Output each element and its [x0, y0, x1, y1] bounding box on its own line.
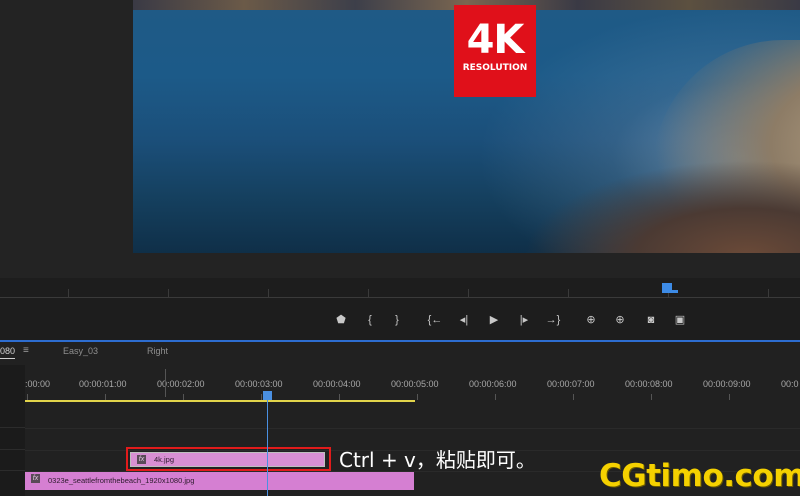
4k-resolution-badge: 4K RESOLUTION	[454, 5, 536, 97]
highlight-box	[126, 447, 331, 471]
badge-small-text: RESOLUTION	[462, 63, 528, 73]
watermark-logo: CGtimo.com	[599, 458, 800, 494]
mark-in-icon[interactable]: {	[359, 309, 381, 331]
ruler-label: 00:00:07:00	[547, 379, 595, 389]
transport-controls: ⬟ { } {← ◂| ▶ |▸ →} ⊕ ⊕ ◙ ▣	[330, 309, 700, 331]
ruler-label: 00:00:03:00	[235, 379, 283, 389]
timeline-playhead-line[interactable]	[267, 397, 268, 496]
step-forward-icon[interactable]: |▸	[513, 309, 535, 331]
play-icon[interactable]: ▶	[483, 309, 505, 331]
beach-rocks	[523, 160, 800, 253]
ruler-label: 00:00:05:00	[391, 379, 439, 389]
ruler-label: 00:00:08:00	[625, 379, 673, 389]
tab-easy-03[interactable]: Easy_03	[63, 346, 98, 356]
instruction-annotation: Ctrl + v，粘贴即可。	[339, 448, 536, 472]
step-back-icon[interactable]: ◂|	[453, 309, 475, 331]
fx-icon: fx	[31, 474, 40, 483]
monitor-playhead[interactable]	[662, 283, 678, 293]
ruler-label: :00:00	[25, 379, 51, 389]
go-to-in-icon[interactable]: {←	[424, 309, 446, 331]
tab-right[interactable]: Right	[147, 346, 168, 356]
ruler-label: 00:00:09:00	[703, 379, 751, 389]
compare-icon[interactable]: ▣	[669, 309, 691, 331]
clip-seattle-beach[interactable]: fx 0323e_seattlefromthebeach_1920x1080.j…	[25, 472, 414, 490]
work-area-bar[interactable]	[25, 400, 415, 402]
track-header-column	[0, 365, 25, 496]
ruler-label: 00:00:04:00	[313, 379, 361, 389]
export-frame-icon[interactable]: ◙	[640, 309, 662, 331]
tab-sequence-active[interactable]: 080	[0, 346, 16, 359]
ruler-marker	[165, 369, 166, 397]
ruler-label: 00:00:06:00	[469, 379, 517, 389]
ruler-label: 00:00:01:00	[79, 379, 127, 389]
go-to-out-icon[interactable]: →}	[542, 309, 564, 331]
mark-out-icon[interactable]: }	[386, 309, 408, 331]
clip-name: 0323e_seattlefromthebeach_1920x1080.jpg	[48, 476, 195, 485]
ruler-label: 00:0	[781, 379, 799, 389]
timeline-playhead-head[interactable]	[263, 391, 272, 400]
tab-menu-icon[interactable]: ≡	[23, 345, 29, 356]
time-ruler[interactable]: :00:00 00:00:01:00 00:00:02:00 00:00:03:…	[25, 370, 800, 402]
marker-icon[interactable]: ⬟	[330, 309, 352, 331]
lift-icon[interactable]: ⊕	[580, 309, 602, 331]
monitor-ruler[interactable]	[0, 285, 800, 299]
badge-big-text: 4K	[466, 17, 525, 63]
extract-icon[interactable]: ⊕	[609, 309, 631, 331]
